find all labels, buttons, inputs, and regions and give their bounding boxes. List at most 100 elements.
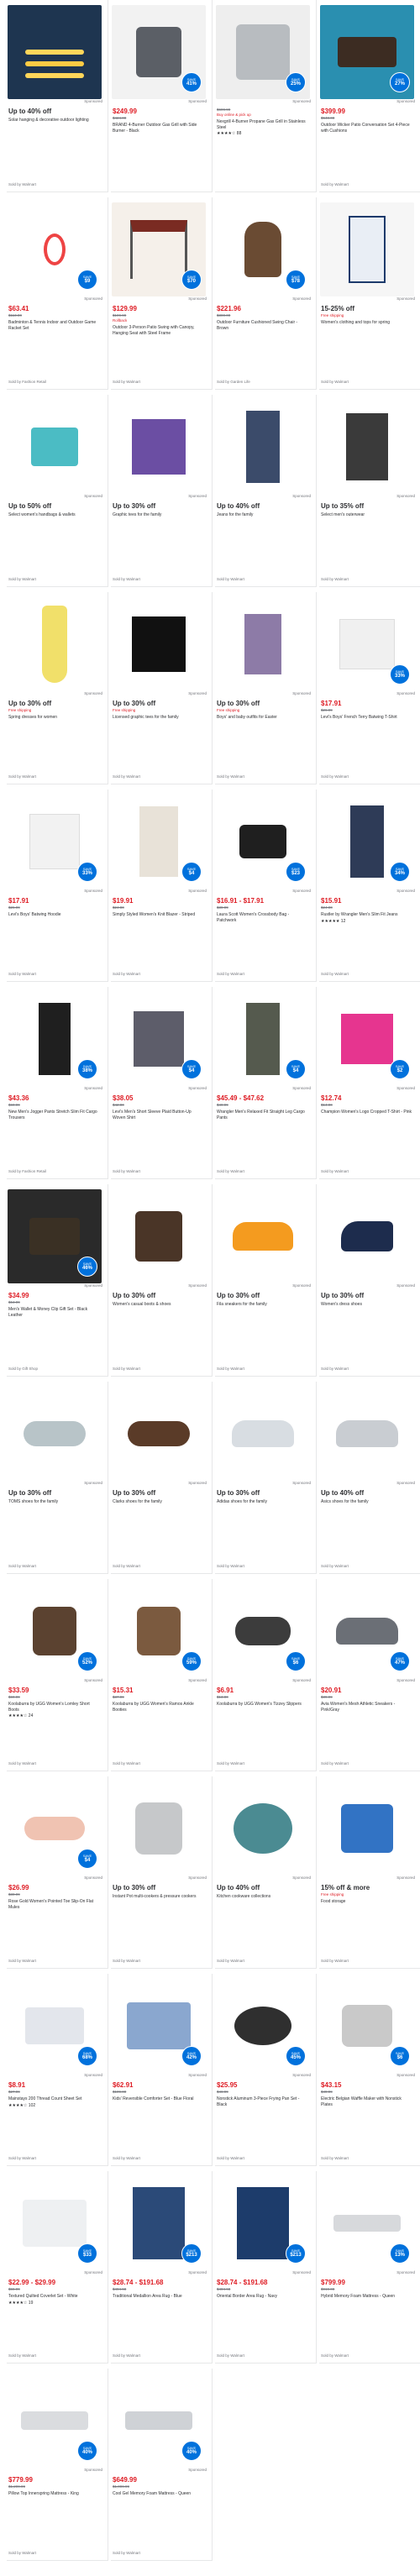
product-card[interactable]: Sponsored Up to 30% off TOMS shoes for the… — [7, 1382, 108, 1574]
product-card[interactable]: SAVE 38% Sponsored $43.36 $69.99 New Men's Jo… — [7, 987, 108, 1179]
product-card[interactable]: SAVE $6 Sponsored $43.15 $49.99 Electric Belg… — [319, 1974, 420, 2166]
product-card[interactable]: Sponsored Up to 40% off Solar hanging & de… — [7, 0, 108, 192]
product-title[interactable]: Cool Gel Memory Foam Mattress - Queen — [113, 2491, 204, 2497]
product-title[interactable]: Electric Belgian Waffle Maker with Nonst… — [321, 2096, 412, 2107]
product-card[interactable]: SAVE 52% Sponsored $33.59 $69.99 Koolaburra b… — [7, 1579, 108, 1771]
product-title[interactable]: Outdoor 3-Person Patio Swing with Canopy… — [113, 325, 204, 336]
product-image[interactable] — [320, 1387, 414, 1481]
product-card[interactable]: Sponsored Up to 40% off Asics shoes for th… — [319, 1382, 420, 1574]
product-image[interactable] — [8, 1387, 102, 1481]
product-title[interactable]: New Men's Jogger Pants Stretch Slim Fit … — [8, 1110, 100, 1120]
product-title[interactable]: TOMS shoes for the family — [8, 1499, 100, 1505]
product-card[interactable]: SAVE 45% Sponsored $25.95 $46.99 Nonstick Alu… — [215, 1974, 317, 2166]
product-title[interactable]: Jeans for the family — [217, 512, 308, 518]
product-image[interactable] — [8, 5, 102, 99]
product-title[interactable]: Wrangler Men's Relaxed Fit Straight Leg … — [217, 1110, 308, 1120]
product-image[interactable] — [216, 1781, 310, 1876]
product-image[interactable] — [216, 1387, 310, 1481]
product-card[interactable]: Sponsored Up to 30% off Free shipping Boys'… — [215, 592, 317, 784]
product-card[interactable]: SAVE $23 Sponsored $16.91 - $17.91 $39.99 Lau… — [215, 790, 317, 982]
product-image[interactable] — [320, 202, 414, 296]
product-title[interactable]: Women's dress shoes — [321, 1302, 412, 1308]
product-title[interactable]: Nexgrill 4-Burner Propane Gas Grill in S… — [217, 119, 308, 130]
product-title[interactable]: Fila sneakers for the family — [217, 1302, 308, 1308]
product-card[interactable]: SAVE $70 Sponsored $129.99 $199.99 Rollback Ou… — [111, 197, 213, 390]
product-image[interactable] — [112, 1781, 206, 1876]
product-card[interactable]: SAVE 13% Sponsored $799.99 $919.00 Hybrid Mem… — [319, 2171, 420, 2364]
product-image[interactable] — [112, 1189, 206, 1283]
product-image[interactable] — [8, 597, 102, 691]
product-title[interactable]: Koolaburra by UGG Women's Tizzey Slipper… — [217, 1702, 308, 1708]
product-title[interactable]: Traditional Medallion Area Rug - Blue — [113, 2294, 204, 2300]
product-title[interactable]: Mainstays 200 Thread Count Sheet Set — [8, 2096, 100, 2102]
product-card[interactable]: SAVE 34% Sponsored $15.91 $24.00 Rustler by W… — [319, 790, 420, 982]
product-title[interactable]: Champion Women's Logo Cropped T-Shirt - … — [321, 1110, 412, 1115]
product-card[interactable]: Sponsored Up to 30% off Adidas shoes for t… — [215, 1382, 317, 1574]
product-card[interactable]: SAVE $78 Sponsored $221.96 $300.00 Outdoor Fu… — [215, 197, 317, 390]
product-card[interactable]: Sponsored Up to 30% off Fila sneakers for … — [215, 1184, 317, 1377]
product-title[interactable]: Laura Scott Women's Crossbody Bag - Patc… — [217, 912, 308, 923]
product-card[interactable]: Sponsored Up to 30% off Free shipping Sprin… — [7, 592, 108, 784]
product-title[interactable]: Select women's handbags & wallets — [8, 512, 100, 518]
product-card[interactable]: SAVE $6 Sponsored $6.91 $13.00 Koolaburra by … — [215, 1579, 317, 1771]
product-image[interactable] — [216, 597, 310, 691]
product-title[interactable]: Men's Wallet & Money Clip Gift Set - Bla… — [8, 1307, 100, 1318]
product-card[interactable]: SAVE $4 Sponsored $26.99 $30.99 Rose Gold Wom… — [7, 1776, 108, 1969]
product-card[interactable]: SAVE 46% Sponsored $34.99 $64.99 Men's Wallet… — [7, 1184, 108, 1377]
product-card[interactable]: Sponsored Up to 30% off Clarks shoes for t… — [111, 1382, 213, 1574]
product-card[interactable]: SAVE $4 Sponsored $45.49 - $47.62 $49.99 Wran… — [215, 987, 317, 1179]
product-title[interactable]: Kitchen cookware collections — [217, 1894, 308, 1900]
product-title[interactable]: Nonstick Aluminum 3-Piece Frying Pan Set… — [217, 2096, 308, 2107]
product-card[interactable]: Sponsored Up to 30% off Free shipping Licen… — [111, 592, 213, 784]
product-title[interactable]: Outdoor Furniture Cushioned Swing Chair … — [217, 320, 308, 331]
product-card[interactable]: SAVE 40% Sponsored $649.99 $1,099.99 Cool Gel… — [111, 2369, 213, 2561]
product-card[interactable]: Sponsored 15-25% off Free shipping Women's … — [319, 197, 420, 390]
product-title[interactable]: Levi's Boys' French Terry Batwing T-Shir… — [321, 715, 412, 721]
product-card[interactable]: Sponsored Up to 40% off Kitchen cookware c… — [215, 1776, 317, 1969]
product-title[interactable]: Licensed graphic tees for the family — [113, 715, 204, 721]
product-title[interactable]: Solar hanging & decorative outdoor light… — [8, 118, 100, 123]
product-title[interactable]: Levi's Men's Short Sleeve Plaid Button-U… — [113, 1110, 204, 1120]
product-image[interactable] — [112, 1387, 206, 1481]
product-title[interactable]: Badminton & Tennis Indoor and Outdoor Ga… — [8, 320, 100, 331]
product-card[interactable]: SAVE $4 Sponsored $38.05 $42.00 Levi's Men's … — [111, 987, 213, 1179]
product-title[interactable]: Graphic tees for the family — [113, 512, 204, 518]
product-title[interactable]: BRAND 4-Burner Outdoor Gas Grill with Si… — [113, 123, 204, 134]
product-card[interactable]: SAVE 41% Sponsored $249.99 $424.00 BRAND 4-Bu… — [111, 0, 213, 192]
product-title[interactable]: Adidas shoes for the family — [217, 1499, 308, 1505]
product-card[interactable]: SAVE $2 Sponsored $12.74 $14.00 Champion Wome… — [319, 987, 420, 1179]
product-card[interactable]: SAVE 25% Sponsored $699.99 Buy online & pick… — [215, 0, 317, 192]
product-title[interactable]: Avia Women's Mesh Athletic Sneakers - Pi… — [321, 1702, 412, 1713]
product-title[interactable]: Rose Gold Women's Pointed Toe Slip-On Fl… — [8, 1899, 100, 1910]
product-card[interactable]: SAVE 40% Sponsored $779.99 $1,299.99 Pillow T… — [7, 2369, 108, 2561]
product-card[interactable]: Sponsored Up to 40% off Jeans for the fami… — [215, 395, 317, 587]
product-title[interactable]: Rustler by Wrangler Men's Slim Fit Jeans — [321, 912, 412, 918]
product-card[interactable]: SAVE 59% Sponsored $15.31 $37.99 Koolaburra b… — [111, 1579, 213, 1771]
product-card[interactable]: SAVE 68% Sponsored $8.91 $27.99 Mainstays 200… — [7, 1974, 108, 2166]
product-card[interactable]: Sponsored Up to 35% off Select men's outer… — [319, 395, 420, 587]
product-card[interactable]: SAVE 47% Sponsored $20.91 $39.99 Avia Women's… — [319, 1579, 420, 1771]
product-card[interactable]: Sponsored Up to 30% off Graphic tees for t… — [111, 395, 213, 587]
product-image[interactable] — [112, 597, 206, 691]
product-title[interactable]: Asics shoes for the family — [321, 1499, 412, 1505]
product-title[interactable]: Instant Pot multi-cookers & pressure coo… — [113, 1894, 204, 1900]
product-card[interactable]: SAVE 42% Sponsored $62.91 $109.00 Kids' Rever… — [111, 1974, 213, 2166]
product-card[interactable]: Sponsored Up to 30% off Women's casual boo… — [111, 1184, 213, 1377]
product-title[interactable]: Pillow Top Innerspring Mattress - King — [8, 2491, 100, 2497]
product-title[interactable]: Food storage — [321, 1899, 412, 1905]
product-card[interactable]: SAVE $213 Sponsored $28.74 - $191.68 $404.68… — [215, 2171, 317, 2364]
product-card[interactable]: SAVE $4 Sponsored $19.91 $24.00 Simply Styled… — [111, 790, 213, 982]
product-card[interactable]: SAVE $213 Sponsored $28.74 - $191.68 $404.68… — [111, 2171, 213, 2364]
product-card[interactable]: Sponsored Up to 30% off Instant Pot multi-… — [111, 1776, 213, 1969]
product-image[interactable] — [112, 400, 206, 494]
product-title[interactable]: Clarks shoes for the family — [113, 1499, 204, 1505]
product-card[interactable]: SAVE 33% Sponsored $17.91 $26.99 Levi's Boys'… — [319, 592, 420, 784]
product-title[interactable]: Levi's Boys' Batwing Hoodie — [8, 912, 100, 918]
product-card[interactable]: SAVE 33% Sponsored $17.91 $26.99 Levi's Boys'… — [7, 790, 108, 982]
product-card[interactable]: Sponsored Up to 30% off Women's dress shoe… — [319, 1184, 420, 1377]
product-card[interactable]: SAVE $9 Sponsored $63.41 $113.00 Badminton & … — [7, 197, 108, 390]
product-title[interactable]: Oriental Border Area Rug - Navy — [217, 2294, 308, 2300]
product-title[interactable]: Hybrid Memory Foam Mattress - Queen — [321, 2294, 412, 2300]
product-title[interactable]: Simply Styled Women's Knit Blazer - Stri… — [113, 912, 204, 918]
product-title[interactable]: Spring dresses for women — [8, 715, 100, 721]
